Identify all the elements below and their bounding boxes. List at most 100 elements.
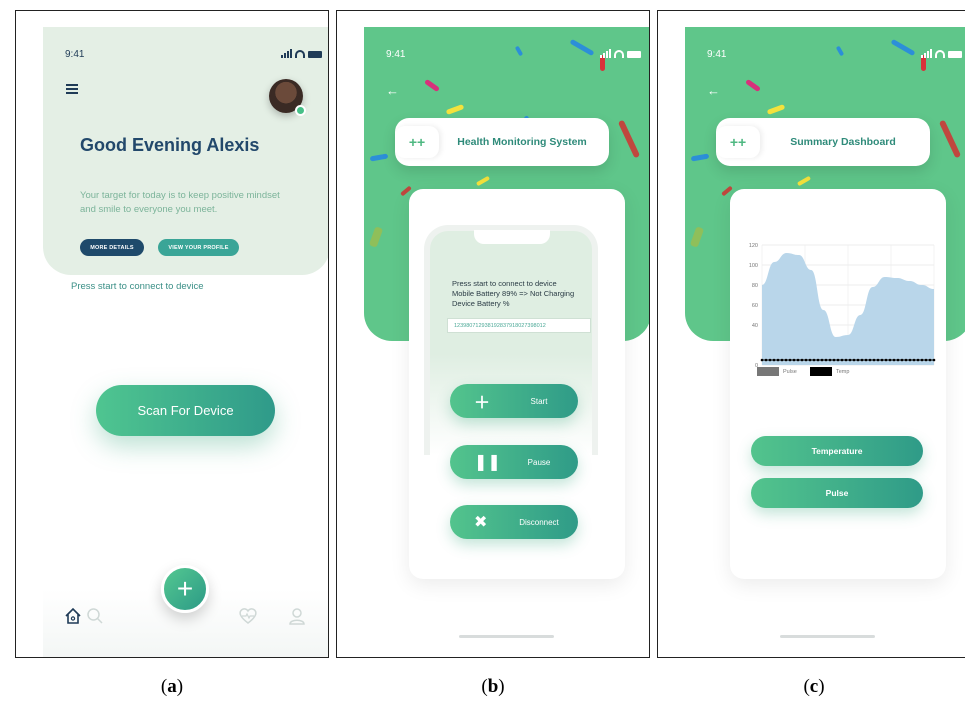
confetti: [368, 226, 384, 248]
legend-pulse: Pulse: [757, 367, 797, 376]
heart-monitor-icon[interactable]: [238, 607, 258, 630]
close-icon: ✖: [474, 514, 488, 531]
temp-point: [804, 358, 808, 362]
add-fab-button[interactable]: +: [161, 565, 209, 613]
title-card: ++ Summary Dashboard: [716, 118, 930, 166]
plus-tab-icon[interactable]: ++: [395, 126, 439, 158]
page-title: Summary Dashboard: [790, 135, 896, 148]
home-icon[interactable]: [64, 607, 82, 630]
y-tick-label: 60: [752, 303, 758, 309]
page-title: Health Monitoring System: [457, 135, 587, 148]
signal-icon: [921, 49, 932, 58]
temp-point: [928, 358, 932, 362]
temp-point: [776, 358, 780, 362]
start-button[interactable]: ＋ Start: [450, 384, 578, 418]
online-indicator: [295, 105, 306, 116]
y-tick-label: 120: [749, 243, 758, 249]
status-icons: [600, 49, 641, 58]
temp-point: [772, 358, 776, 362]
confetti: [835, 45, 845, 57]
temp-point: [912, 358, 916, 362]
title-card: ++ Health Monitoring System: [395, 118, 609, 166]
legend-label-temp: Temp: [836, 368, 850, 375]
temperature-button[interactable]: Temperature: [751, 436, 923, 466]
device-battery-line: Device Battery %: [452, 299, 510, 308]
y-tick-label: 80: [752, 283, 758, 289]
home-indicator: [459, 635, 554, 638]
phone-mockup: [424, 225, 598, 455]
legend-temp: Temp: [810, 367, 849, 376]
confetti: [424, 78, 440, 93]
phone-notch: [474, 230, 550, 244]
caption-a: (a): [160, 676, 184, 697]
confetti: [445, 104, 465, 115]
confetti: [569, 38, 595, 57]
temp-point: [760, 358, 764, 362]
temp-point: [788, 358, 792, 362]
hamburger-menu-icon[interactable]: [66, 84, 78, 96]
disconnect-button[interactable]: ✖ Disconnect: [450, 505, 578, 539]
temp-point: [856, 358, 860, 362]
caption-c: (c): [803, 676, 825, 697]
confetti: [890, 38, 916, 57]
daily-target-text: Your target for today is to keep positiv…: [80, 190, 280, 215]
status-time: 9:41: [65, 49, 85, 60]
temp-point: [848, 358, 852, 362]
more-details-button[interactable]: MORE DETAILS: [80, 239, 144, 256]
device-id-field[interactable]: 123980712938192837918027398012: [447, 318, 591, 333]
temp-point: [908, 358, 912, 362]
confetti: [514, 45, 524, 57]
confetti: [690, 153, 710, 162]
temp-point: [812, 358, 816, 362]
scan-for-device-button[interactable]: Scan For Device: [96, 385, 275, 436]
temp-point: [916, 358, 920, 362]
confetti: [766, 104, 786, 115]
confetti: [938, 119, 962, 159]
confetti: [475, 175, 491, 187]
pause-button[interactable]: ❚❚ Pause: [450, 445, 578, 479]
signal-icon: [281, 49, 292, 58]
mobile-battery-line: Mobile Battery 89% => Not Charging: [452, 289, 575, 298]
legend-swatch-temp: [810, 367, 832, 376]
device-status-text: Press start to connect to device Mobile …: [452, 279, 582, 309]
home-indicator: [780, 635, 875, 638]
temp-point: [864, 358, 868, 362]
temp-point: [884, 358, 888, 362]
pause-label: Pause: [527, 457, 551, 467]
view-profile-button[interactable]: VIEW YOUR PROFILE: [158, 239, 239, 256]
back-arrow-icon[interactable]: ←: [707, 83, 720, 98]
confetti: [369, 153, 389, 162]
wifi-icon: [295, 50, 305, 58]
user-icon[interactable]: [288, 607, 306, 630]
temp-point: [932, 358, 936, 362]
panel-summary-dashboard: 9:41 ← ++ Summary Dashboard 0 40 60 80 100 12…: [657, 10, 965, 658]
temp-point: [852, 358, 856, 362]
temp-point: [784, 358, 788, 362]
pulse-button[interactable]: Pulse: [751, 478, 923, 508]
temp-point: [868, 358, 872, 362]
back-arrow-icon[interactable]: ←: [386, 83, 399, 98]
temp-point: [872, 358, 876, 362]
pause-icon: ❚❚: [474, 454, 501, 471]
temp-point: [844, 358, 848, 362]
temp-point: [764, 358, 768, 362]
temp-point: [888, 358, 892, 362]
plus-tab-icon[interactable]: ++: [716, 126, 760, 158]
temp-point: [816, 358, 820, 362]
temp-point: [824, 358, 828, 362]
battery-icon: [948, 51, 962, 58]
signal-icon: [600, 49, 611, 58]
temp-point: [900, 358, 904, 362]
confetti: [617, 119, 641, 159]
confetti: [796, 175, 812, 187]
panel-health-monitoring: 9:41 ← ++ Health Monitoring System Press…: [336, 10, 650, 658]
y-tick-label: 100: [749, 263, 758, 269]
y-tick-label: 40: [752, 323, 758, 329]
status-time: 9:41: [707, 49, 727, 60]
search-icon[interactable]: [86, 607, 104, 630]
disconnect-label: Disconnect: [519, 517, 559, 527]
avatar[interactable]: [269, 79, 306, 116]
temp-point: [920, 358, 924, 362]
confetti: [689, 226, 705, 248]
press-start-text: Press start to connect to device: [71, 281, 204, 292]
